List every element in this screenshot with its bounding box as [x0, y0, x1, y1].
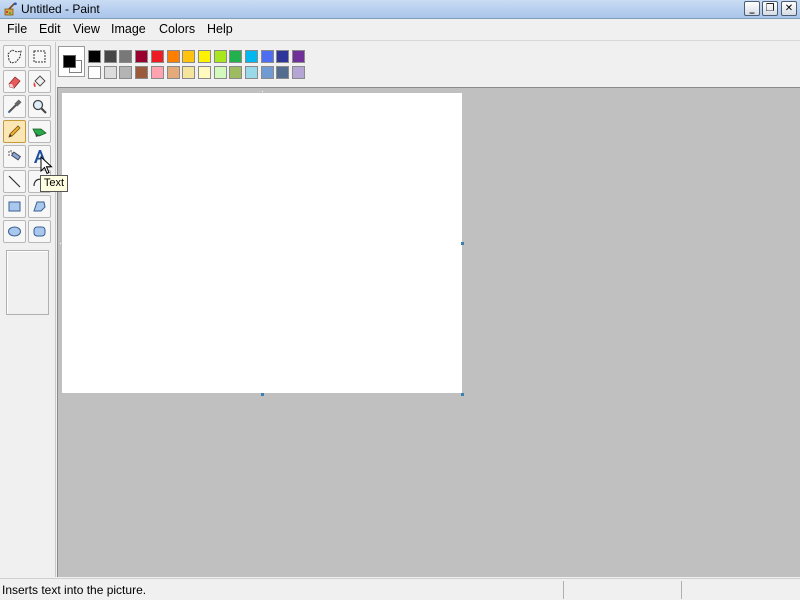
color-swatch[interactable] — [119, 50, 133, 63]
magnifier-icon — [32, 99, 47, 114]
menu-bar: File Edit View Image Colors Help — [0, 19, 800, 41]
eyedropper-icon — [8, 99, 22, 113]
tool-select[interactable] — [28, 45, 51, 68]
mouse-cursor-icon — [40, 156, 53, 175]
status-bar: Inserts text into the picture. — [0, 578, 800, 600]
color-palette — [56, 42, 800, 86]
color-swatch[interactable] — [276, 66, 290, 79]
airbrush-icon — [8, 150, 21, 161]
tooltip: Text — [40, 175, 68, 192]
color-swatch[interactable] — [213, 50, 227, 63]
color-swatch[interactable] — [292, 66, 306, 79]
resize-handle-corner[interactable] — [461, 393, 464, 396]
color-swatch[interactable] — [182, 50, 196, 63]
tool-rounded-rectangle[interactable] — [28, 220, 51, 243]
color-swatch[interactable] — [260, 50, 274, 63]
rectangle-icon — [8, 201, 21, 212]
color-swatch[interactable] — [229, 66, 243, 79]
paint-bucket-icon — [33, 75, 46, 87]
brush-icon — [32, 128, 47, 137]
drawing-canvas[interactable] — [62, 93, 462, 393]
tool-free-form-select[interactable] — [3, 45, 26, 68]
color-swatch[interactable] — [276, 50, 290, 63]
title-bar[interactable]: Untitled - Paint _ ❐ ✕ — [0, 0, 800, 19]
menu-help[interactable]: Help — [207, 22, 233, 36]
resize-handle-bottom[interactable] — [261, 393, 264, 396]
tooltip-text: Text — [43, 177, 65, 189]
status-divider — [681, 581, 682, 599]
free-form-select-icon — [7, 49, 22, 64]
color-swatch[interactable] — [197, 50, 211, 63]
menu-colors[interactable]: Colors — [159, 22, 195, 36]
line-icon — [8, 175, 21, 188]
tool-rectangle[interactable] — [3, 195, 26, 218]
color-swatch[interactable] — [150, 66, 164, 79]
tool-magnifier[interactable] — [28, 95, 51, 118]
color-swatch[interactable] — [213, 66, 227, 79]
color-swatch[interactable] — [103, 66, 117, 79]
color-swatch[interactable] — [150, 50, 164, 63]
current-colors[interactable] — [58, 46, 85, 77]
color-swatch[interactable] — [119, 66, 133, 79]
menu-file[interactable]: File — [7, 22, 27, 36]
color-swatch[interactable] — [88, 66, 101, 79]
rect-select-icon — [33, 50, 46, 63]
tool-brush[interactable] — [28, 120, 51, 143]
color-swatch[interactable] — [166, 66, 180, 79]
tool-options-panel[interactable] — [6, 250, 49, 315]
color-swatch[interactable] — [182, 66, 196, 79]
color-swatch[interactable] — [135, 50, 149, 63]
maximize-button[interactable]: ❐ — [762, 1, 778, 16]
close-icon: ✕ — [784, 2, 794, 14]
menu-edit[interactable]: Edit — [39, 22, 61, 36]
menu-view[interactable]: View — [73, 22, 100, 36]
polygon-icon — [33, 201, 46, 212]
resize-handle-top — [261, 90, 264, 93]
tool-ellipse[interactable] — [3, 220, 26, 243]
eraser-icon — [8, 76, 21, 89]
rounded-rectangle-icon — [33, 226, 46, 237]
color-swatch[interactable] — [88, 50, 101, 63]
color-swatch[interactable] — [166, 50, 180, 63]
tool-fill-with-color[interactable] — [28, 70, 51, 93]
color-swatch[interactable] — [260, 66, 274, 79]
tool-polygon[interactable] — [28, 195, 51, 218]
resize-handle-left — [59, 242, 62, 245]
paint-window: Untitled - Paint _ ❐ ✕ File Edit View Im… — [0, 0, 800, 600]
close-button[interactable]: ✕ — [781, 1, 797, 16]
work-area — [57, 87, 800, 577]
status-text: Inserts text into the picture. — [2, 583, 147, 597]
window-title: Untitled - Paint — [21, 2, 100, 16]
tool-pencil[interactable] — [3, 120, 26, 143]
maximize-icon: ❐ — [765, 2, 775, 14]
color-swatch[interactable] — [135, 66, 149, 79]
status-divider — [563, 581, 564, 599]
color-swatch[interactable] — [292, 50, 306, 63]
paint-app-icon — [4, 2, 17, 16]
pencil-icon — [8, 125, 21, 138]
color-swatch[interactable] — [229, 50, 243, 63]
tool-pick-color[interactable] — [3, 95, 26, 118]
minimize-icon: _ — [749, 2, 755, 14]
tool-eraser[interactable] — [3, 70, 26, 93]
foreground-color-swatch[interactable] — [63, 55, 76, 68]
ellipse-icon — [8, 226, 21, 237]
menu-image[interactable]: Image — [111, 22, 146, 36]
color-swatch[interactable] — [197, 66, 211, 79]
color-swatch[interactable] — [245, 66, 258, 79]
toolbox — [0, 42, 56, 577]
tool-airbrush[interactable] — [3, 145, 26, 168]
color-swatch[interactable] — [245, 50, 258, 63]
tool-line[interactable] — [3, 170, 26, 193]
minimize-button[interactable]: _ — [744, 1, 760, 16]
color-swatch[interactable] — [103, 50, 117, 63]
resize-handle-right[interactable] — [461, 242, 464, 245]
